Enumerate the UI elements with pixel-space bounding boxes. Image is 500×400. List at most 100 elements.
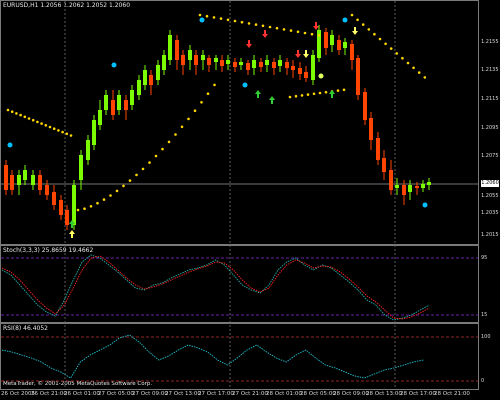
candle-body bbox=[298, 68, 302, 74]
sar-dot bbox=[83, 207, 86, 210]
candle-body bbox=[201, 55, 205, 60]
time-label: 27 Oct 13:00 bbox=[165, 391, 201, 397]
time-label: 26 Oct 01:00 bbox=[64, 391, 100, 397]
candle-body bbox=[17, 175, 21, 185]
buy-arrow-icon bbox=[69, 230, 75, 238]
candle-body bbox=[31, 175, 35, 185]
sar-dot bbox=[205, 14, 209, 18]
stoch-tick: 15 bbox=[481, 312, 488, 318]
sar-dot bbox=[336, 89, 340, 92]
sar-dot bbox=[48, 125, 52, 129]
candle-body bbox=[143, 70, 147, 85]
candle-body bbox=[415, 186, 419, 188]
time-label: 27 Oct 09:00 bbox=[132, 391, 168, 397]
sar-dot bbox=[324, 90, 328, 94]
sar-dot bbox=[350, 13, 354, 17]
candle-body bbox=[168, 35, 172, 60]
sar-dot bbox=[174, 133, 177, 136]
candle-body bbox=[330, 35, 334, 45]
candle-body bbox=[45, 185, 49, 195]
sar-dot bbox=[268, 25, 272, 29]
candle-body bbox=[10, 175, 14, 190]
sar-dot bbox=[135, 173, 138, 177]
candle-body bbox=[421, 184, 425, 188]
time-label: 28 Oct 17:00 bbox=[400, 391, 436, 397]
candle-body bbox=[369, 118, 373, 140]
sar-dot bbox=[342, 88, 346, 92]
rsi-tick: 0 bbox=[481, 378, 485, 384]
candle-body bbox=[124, 100, 128, 110]
candle-body bbox=[278, 60, 282, 66]
time-label: 28 Oct 13:00 bbox=[366, 391, 402, 397]
candle-body bbox=[233, 62, 237, 67]
time-label: 26 Oct 2005 bbox=[1, 391, 36, 397]
sar-dot bbox=[312, 92, 316, 96]
sar-dot bbox=[212, 16, 216, 19]
sar-dot bbox=[31, 118, 35, 122]
candle-body bbox=[395, 185, 399, 188]
sar-dot bbox=[384, 42, 387, 46]
candle-body bbox=[38, 175, 42, 190]
fractal-marker bbox=[111, 62, 117, 68]
candle-body bbox=[4, 165, 8, 190]
sell-arrow-icon bbox=[352, 27, 358, 35]
sar-dot bbox=[233, 19, 237, 23]
candle-body bbox=[265, 60, 269, 65]
time-label: 26 Oct 21:00 bbox=[31, 391, 67, 397]
stochastic-signal-line bbox=[1, 255, 430, 320]
sar-dot bbox=[206, 92, 210, 95]
candle-body bbox=[52, 192, 56, 205]
candle-body bbox=[86, 140, 90, 160]
price-tick: 1.2095 bbox=[481, 125, 499, 131]
fractal-marker bbox=[422, 202, 428, 208]
buy-arrow-icon bbox=[255, 90, 261, 98]
candle-body bbox=[363, 92, 367, 120]
sar-dot bbox=[148, 161, 151, 164]
price-tick: 1.2115 bbox=[481, 96, 499, 102]
candle-body bbox=[285, 62, 289, 68]
buy-arrow-icon bbox=[269, 96, 275, 104]
rsi-tick: 100 bbox=[481, 334, 491, 340]
fractal-marker bbox=[7, 142, 13, 148]
sar-dot bbox=[36, 120, 39, 124]
sar-dot bbox=[76, 208, 80, 212]
sar-dot bbox=[52, 127, 56, 130]
time-label: 27 Oct 21:00 bbox=[232, 391, 268, 397]
price-tick: 1.2075 bbox=[481, 153, 499, 159]
fractal-marker bbox=[342, 17, 348, 23]
sar-dot bbox=[167, 140, 171, 144]
sar-dot bbox=[317, 34, 321, 37]
time-label: 28 Oct 01:00 bbox=[266, 391, 302, 397]
sar-dot bbox=[247, 22, 251, 25]
candle-body bbox=[272, 62, 276, 68]
sar-dot bbox=[57, 129, 60, 132]
fractal-marker bbox=[242, 82, 248, 88]
candle-body bbox=[92, 120, 96, 145]
candle-body bbox=[65, 210, 69, 225]
sar-dot bbox=[310, 32, 314, 36]
sar-dot bbox=[367, 28, 371, 31]
fractal-marker bbox=[199, 17, 205, 23]
candle-body bbox=[324, 32, 328, 48]
sar-dot bbox=[27, 117, 31, 120]
candle-body bbox=[259, 62, 263, 67]
time-label: 27 Oct 17:00 bbox=[198, 391, 234, 397]
price-tick: 1.2135 bbox=[481, 67, 499, 73]
sell-arrow-icon bbox=[262, 30, 268, 38]
buy-arrow-icon bbox=[329, 90, 335, 98]
candle-body bbox=[130, 90, 134, 105]
sar-dot bbox=[294, 94, 298, 98]
candle-body bbox=[23, 170, 27, 180]
candle-body bbox=[311, 55, 315, 80]
candle-body bbox=[402, 185, 406, 195]
sar-dot bbox=[288, 95, 292, 99]
sar-dot bbox=[115, 189, 119, 193]
price-tick: 1.2155 bbox=[481, 39, 499, 45]
sar-dot bbox=[296, 30, 300, 34]
sar-dot bbox=[61, 130, 64, 134]
candle-body bbox=[162, 55, 166, 70]
sar-dot bbox=[213, 83, 216, 87]
candle-body bbox=[291, 66, 295, 70]
sar-dot bbox=[226, 18, 230, 22]
candle-body bbox=[59, 200, 63, 215]
